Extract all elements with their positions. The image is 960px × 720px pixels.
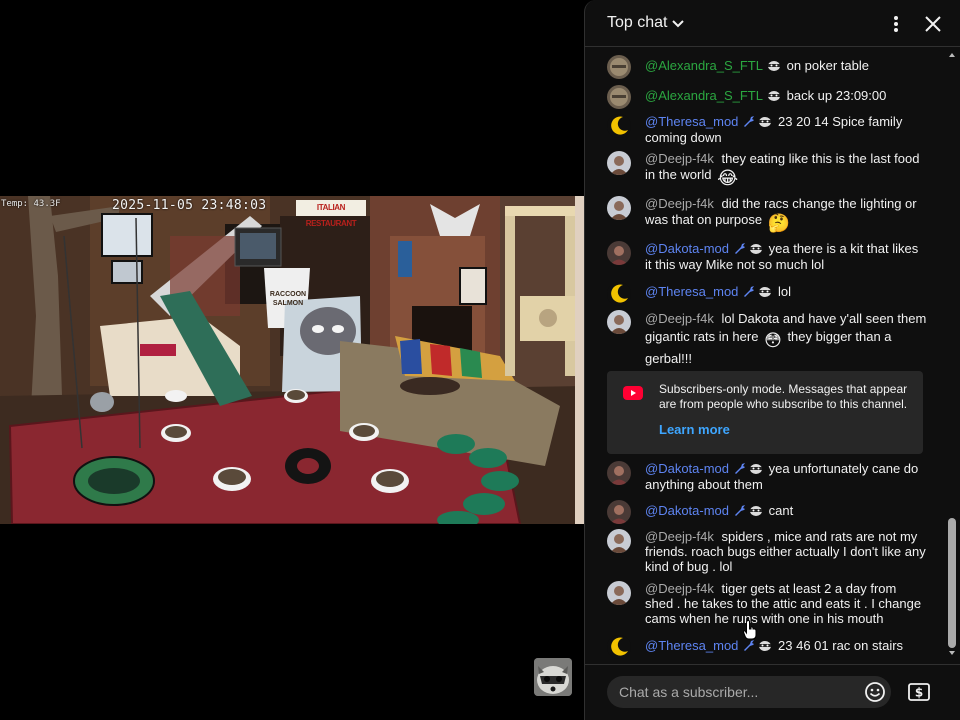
avatar[interactable] xyxy=(607,635,631,659)
avatar[interactable] xyxy=(607,55,631,79)
chat-message: @Theresa_mod 23 46 01 rac on stairs xyxy=(607,635,927,659)
chat-message: @Deejp-f4k did the racs change the light… xyxy=(607,196,927,233)
avatar[interactable] xyxy=(607,241,631,265)
video-frame[interactable]: Temp: 43.3F 2025-11-05 23:48:03 ITALIAN … xyxy=(0,196,584,524)
live-chat-panel: Top chat @Alexandra_S_FTL on poker table xyxy=(584,0,960,720)
message-text: 23 46 01 rac on stairs xyxy=(778,638,904,653)
wrench-moderator-icon xyxy=(744,286,755,297)
chat-message: @Deejp-f4k they eating like this is the … xyxy=(607,151,927,188)
raccoon-badge-icon xyxy=(750,464,763,474)
message-author[interactable]: @Theresa_mod xyxy=(645,114,738,129)
raccoon-icon xyxy=(534,658,572,696)
chat-message: @Dakota-mod yea unfortunately cane do an… xyxy=(607,461,927,493)
chat-input[interactable] xyxy=(607,676,891,708)
subscribers-only-notice: Subscribers-only mode. Messages that app… xyxy=(607,371,923,454)
message-author[interactable]: @Alexandra_S_FTL xyxy=(645,58,763,73)
message-author[interactable]: @Alexandra_S_FTL xyxy=(645,88,763,103)
avatar[interactable] xyxy=(607,282,631,306)
message-text: on poker table xyxy=(786,58,870,73)
message-author[interactable]: @Deejp-f4k xyxy=(645,196,714,211)
message-author[interactable]: @Dakota-mod xyxy=(645,241,729,256)
hand-cursor-icon xyxy=(743,620,757,640)
scrollbar-thumb[interactable] xyxy=(948,518,956,648)
wrench-moderator-icon xyxy=(735,505,746,516)
chat-header: Top chat xyxy=(585,0,960,47)
message-author[interactable]: @Deejp-f4k xyxy=(645,581,714,596)
chat-message: @Dakota-mod yea there is a kit that like… xyxy=(607,241,927,273)
message-text: lol xyxy=(778,284,792,299)
message-author[interactable]: @Deejp-f4k xyxy=(645,311,714,326)
message-author[interactable]: @Theresa_mod xyxy=(645,638,738,653)
message-author[interactable]: @Dakota-mod xyxy=(645,461,729,476)
chat-message: @Alexandra_S_FTL back up 23:09:00 xyxy=(607,85,927,109)
message-author[interactable]: @Theresa_mod xyxy=(645,284,738,299)
avatar[interactable] xyxy=(607,529,631,553)
message-text: back up 23:09:00 xyxy=(786,88,887,103)
youtube-icon xyxy=(623,386,643,400)
chat-message: @Alexandra_S_FTL on poker table xyxy=(607,55,927,79)
super-chat-icon[interactable]: $ xyxy=(907,681,931,703)
wrench-moderator-icon xyxy=(744,116,755,127)
chat-scrollbar[interactable] xyxy=(947,50,957,660)
message-author[interactable]: @Deejp-f4k xyxy=(645,529,714,544)
chat-message: @Dakota-mod cant xyxy=(607,500,927,524)
raccoon-badge-icon xyxy=(750,506,763,516)
learn-more-link[interactable]: Learn more xyxy=(659,422,730,437)
close-icon[interactable] xyxy=(922,13,944,35)
chat-input-bar: $ xyxy=(585,664,960,720)
avatar[interactable] xyxy=(607,196,631,220)
avatar[interactable] xyxy=(607,151,631,175)
osd-temperature: Temp: 43.3F xyxy=(1,199,61,209)
raccoon-salmon-bucket-label: RACCOON SALMON xyxy=(269,291,307,307)
avatar[interactable] xyxy=(607,461,631,485)
raccoon-badge-icon xyxy=(767,91,780,101)
chat-message: @Deejp-f4k spiders , mice and rats are n… xyxy=(607,529,927,574)
chevron-down-icon[interactable] xyxy=(671,16,685,30)
raccoon-badge-icon xyxy=(750,244,763,254)
scroll-down-arrow-icon[interactable] xyxy=(949,651,955,655)
chat-message: @Deejp-f4k tiger gets at least 2 a day f… xyxy=(607,581,927,626)
avatar[interactable] xyxy=(607,581,631,605)
raccoon-channel-thumbnail[interactable] xyxy=(534,658,572,696)
italian-restaurant-sign: ITALIAN RESTAURANT xyxy=(296,200,366,228)
message-author[interactable]: @Dakota-mod xyxy=(645,503,729,518)
emoji-icon[interactable] xyxy=(864,681,886,703)
avatar[interactable] xyxy=(607,310,631,334)
avatar[interactable] xyxy=(607,85,631,109)
thinking-emoji-icon: 🤔 xyxy=(767,213,791,233)
scroll-up-arrow-icon[interactable] xyxy=(949,53,955,57)
avatar[interactable] xyxy=(607,500,631,524)
osd-timestamp: 2025-11-05 23:48:03 xyxy=(112,198,267,213)
wrench-moderator-icon xyxy=(744,640,755,651)
notice-text: Subscribers-only mode. Messages that app… xyxy=(659,382,908,411)
laughing-emoji-icon: 😂 xyxy=(717,168,739,188)
chat-message: @Theresa_mod 23 20 14 Spice family comin… xyxy=(607,114,927,146)
wrench-moderator-icon xyxy=(735,243,746,254)
video-player[interactable]: Temp: 43.3F 2025-11-05 23:48:03 ITALIAN … xyxy=(0,0,584,720)
raccoon-badge-icon xyxy=(759,287,772,297)
more-vert-icon[interactable] xyxy=(885,13,907,35)
chat-message: @Theresa_mod lol xyxy=(607,282,927,306)
raccoon-badge-icon xyxy=(767,61,780,71)
avatar[interactable] xyxy=(607,114,631,138)
wrench-moderator-icon xyxy=(735,463,746,474)
message-author[interactable]: @Deejp-f4k xyxy=(645,151,714,166)
raccoon-badge-icon xyxy=(759,117,772,127)
raccoon-room-scene xyxy=(0,196,584,524)
svg-text:$: $ xyxy=(915,686,923,700)
chat-mode-title[interactable]: Top chat xyxy=(607,14,667,32)
livestream-page: Temp: 43.3F 2025-11-05 23:48:03 ITALIAN … xyxy=(0,0,960,720)
raccoon-badge-icon xyxy=(759,641,772,651)
flushed-emoji-icon: 😳 xyxy=(764,331,782,350)
message-text: cant xyxy=(768,503,794,518)
chat-message: @Deejp-f4k lol Dakota and have y'all see… xyxy=(607,310,927,368)
